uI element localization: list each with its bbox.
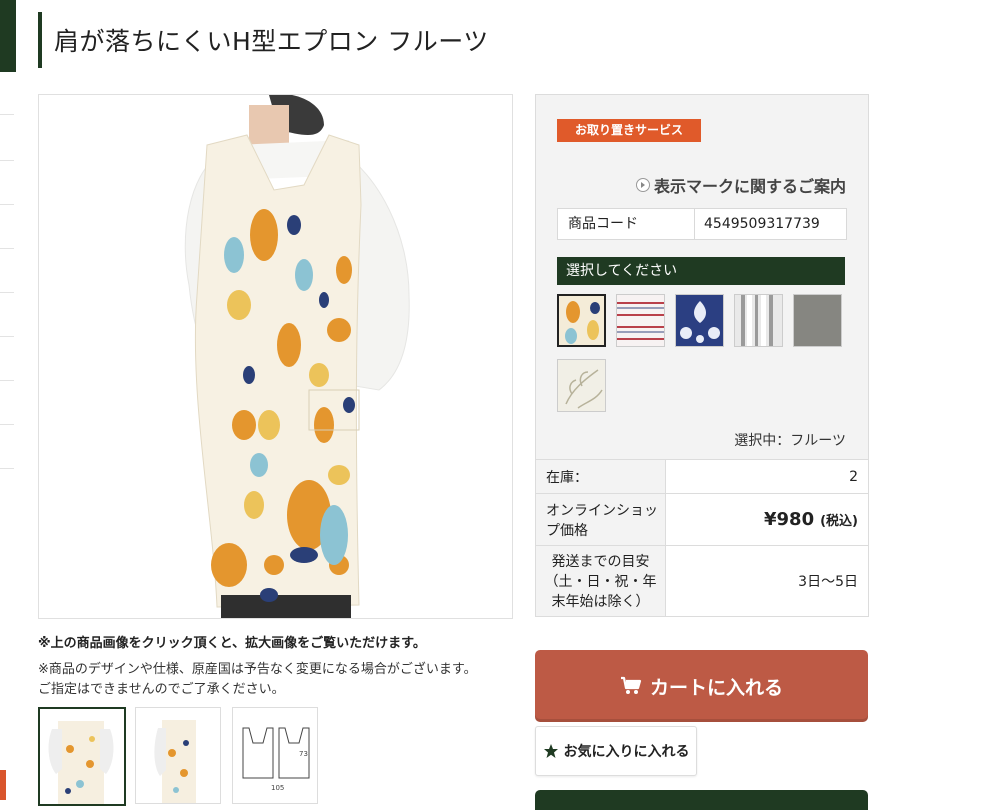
product-info-table: 在庫： 2 オンラインショップ価格 ¥980 (税込) 発送までの目安（土・日・… [535, 459, 869, 617]
design-change-notice: ※商品のデザインや仕様、原産国は予告なく変更になる場合がございます。 [38, 662, 477, 677]
add-to-favorites-button[interactable]: お気に入りに入れる [535, 726, 697, 776]
design-change-notice-2: ご指定はできませんのでご了承ください。 [38, 682, 285, 697]
shipping-label: 発送までの目安（土・日・祝・年末年始は除く） [536, 546, 666, 616]
rail-divider [0, 336, 14, 337]
main-product-image[interactable] [38, 94, 513, 619]
play-circle-icon [635, 178, 650, 192]
product-code-value: 4549509317739 [704, 216, 820, 232]
swatch-stripe-red[interactable] [616, 294, 665, 347]
secondary-action-button[interactable] [535, 790, 868, 810]
rail-divider [0, 292, 14, 293]
rail-accent-bottom [0, 770, 6, 800]
swatch-leaf-beige[interactable] [557, 359, 606, 412]
rail-divider [0, 114, 14, 115]
display-mark-guide-link[interactable]: 表示マークに関するご案内 [635, 173, 846, 197]
product-thumbnail-dimensions[interactable]: 105 73 [232, 707, 318, 804]
product-code-label: 商品コード [558, 209, 695, 239]
product-code-row: 商品コード 4549509317739 [557, 208, 847, 240]
reservation-service-badge[interactable]: お取り置きサービス [557, 119, 701, 142]
product-thumbnail-side[interactable] [135, 707, 221, 804]
rail-divider [0, 468, 14, 469]
title-accent-bar [38, 12, 42, 68]
price-row: オンラインショップ価格 ¥980 (税込) [536, 493, 868, 545]
page-title: 肩が落ちにくいH型エプロン フルーツ [54, 27, 489, 56]
guide-link-label: 表示マークに関するご案内 [653, 177, 846, 196]
variant-select-header: 選択してください [557, 257, 845, 285]
rail-divider [0, 424, 14, 425]
price-tax-note: (税込) [820, 514, 858, 529]
image-click-notice: ※上の商品画像をクリック頂くと、拡大画像をご覧いただけます。 [38, 636, 426, 651]
stock-label: 在庫： [536, 460, 666, 493]
product-thumbnail-front[interactable] [38, 707, 126, 806]
swatch-fruits[interactable] [557, 294, 606, 347]
add-to-cart-label: カートに入れる [649, 676, 783, 699]
price-value: ¥980 [764, 509, 815, 530]
rail-divider [0, 160, 14, 161]
rail-divider [0, 380, 14, 381]
selected-variant-label: 選択中：フルーツ [734, 433, 846, 449]
swatch-stripe-gray[interactable] [734, 294, 783, 347]
price-value-cell: ¥980 (税込) [666, 494, 868, 545]
shipping-value: 3日〜5日 [666, 546, 868, 616]
price-label: オンラインショップ価格 [536, 494, 666, 545]
star-icon [543, 744, 558, 758]
rail-divider [0, 204, 14, 205]
swatch-plain-gray[interactable] [793, 294, 842, 347]
cart-icon [620, 676, 642, 694]
add-to-favorites-label: お気に入りに入れる [563, 744, 690, 760]
swatch-damask-navy[interactable] [675, 294, 724, 347]
dimension-width-label: 105 [271, 784, 284, 792]
rail-accent-block [0, 0, 16, 72]
stock-value: 2 [666, 460, 868, 493]
stock-row: 在庫： 2 [536, 459, 868, 493]
product-option-panel: お取り置きサービス 表示マークに関するご案内 商品コード 45495093177… [535, 94, 869, 461]
rail-divider [0, 248, 14, 249]
dimension-height-label: 73 [299, 750, 308, 758]
left-navigation-rail [0, 0, 16, 800]
shipping-row: 発送までの目安（土・日・祝・年末年始は除く） 3日〜5日 [536, 545, 868, 616]
add-to-cart-button[interactable]: カートに入れる [535, 650, 868, 722]
